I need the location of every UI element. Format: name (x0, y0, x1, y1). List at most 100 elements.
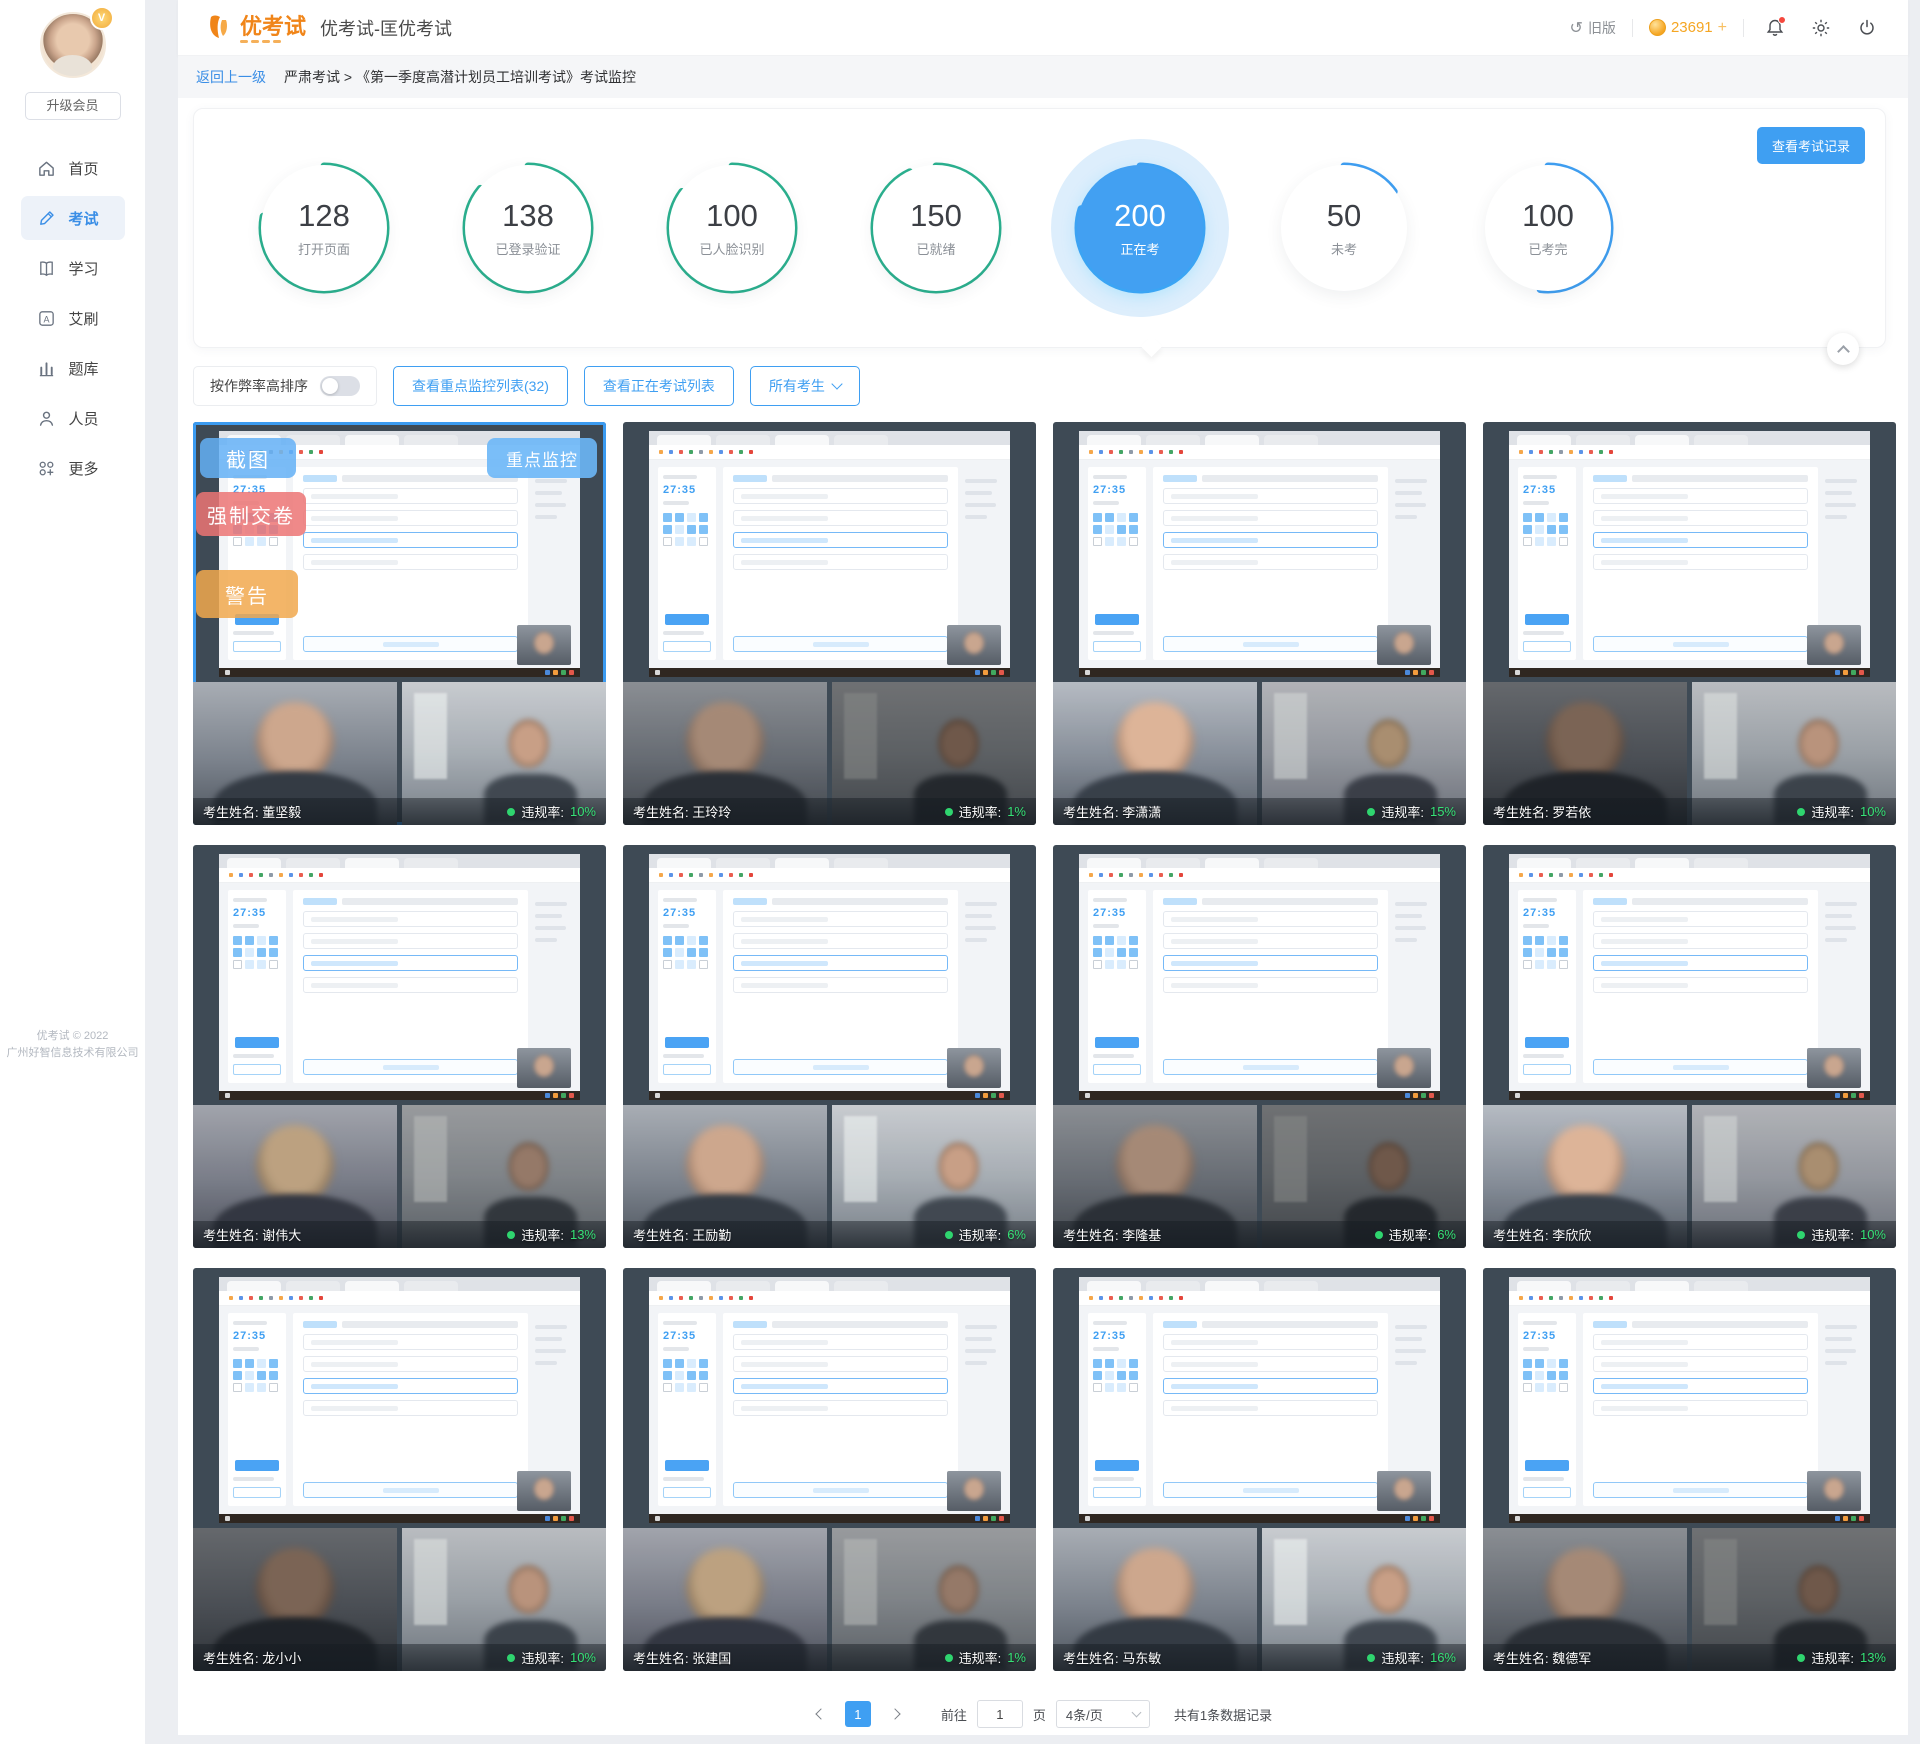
undo-icon: ↺ (1569, 19, 1583, 37)
sidebar-item-study[interactable]: 学习 (21, 246, 125, 290)
points-balance[interactable]: 23691 + (1648, 19, 1727, 37)
upgrade-member-button[interactable]: 升级会员 (24, 92, 121, 120)
status-circle-value: 100 (1522, 198, 1574, 233)
screenshot-button[interactable]: 截图 (200, 438, 296, 478)
total-records-label: 共有1条数据记录 (1173, 1707, 1273, 1723)
candidate-card-李潇潇[interactable]: 27:35 考生姓名: 李潇潇 违规率: 15% (1053, 422, 1466, 825)
sidebar-item-people[interactable]: 人员 (21, 396, 125, 440)
logo-text: 优考试 (240, 13, 307, 39)
violation-rate: 违规率: 13% (507, 1225, 596, 1244)
candidate-card-魏德军[interactable]: 27:35 考生姓名: 魏德军 违规率: 13% (1483, 1268, 1896, 1671)
candidate-info-bar: 考生姓名: 马东敏 违规率: 16% (1053, 1644, 1466, 1671)
chevron-down-icon (831, 378, 843, 390)
page-input[interactable] (976, 1700, 1023, 1728)
logo-tagline (240, 39, 306, 43)
sidebar-item-question-bank[interactable]: 题库 (21, 346, 125, 390)
exam-timer: 27:35 (663, 484, 697, 496)
page-number-button[interactable]: 1 (844, 1701, 871, 1727)
webcam-thumbnail (517, 1471, 571, 1511)
key-monitor-list-button[interactable]: 查看重点监控列表(32) (393, 366, 568, 406)
candidate-card-谢伟大[interactable]: 27:35 考生姓名: 谢伟大 违规率: 13% (193, 845, 606, 1248)
status-circle-已就绪[interactable]: 150 已就绪 (834, 146, 1038, 310)
ongoing-exam-list-button[interactable]: 查看正在考试列表 (583, 366, 734, 406)
candidate-info-bar: 考生姓名: 李隆基 违规率: 6% (1053, 1221, 1466, 1248)
status-circle-label: 已考完 (1528, 242, 1568, 257)
candidate-card-李欣欣[interactable]: 27:35 考生姓名: 李欣欣 违规率: 10% (1483, 845, 1896, 1248)
add-points-icon[interactable]: + (1718, 19, 1727, 37)
candidate-card-马东敏[interactable]: 27:35 考生姓名: 马东敏 违规率: 16% (1053, 1268, 1466, 1671)
scroll-up-button[interactable] (1827, 333, 1859, 365)
sidebar-item-brush[interactable]: A 艾刷 (21, 296, 125, 340)
candidate-name: 考生姓名: 马东敏 (1063, 1651, 1162, 1666)
status-circle-已登录验证[interactable]: 138 已登录验证 (426, 146, 630, 310)
candidate-card-董坚毅[interactable]: 27:35 考生姓名: 董坚毅 违规率: 10% 截图 强制交卷 警告 重点监控 (193, 422, 606, 825)
violation-rate: 违规率: 6% (1374, 1225, 1456, 1244)
status-dot-icon (1374, 1230, 1383, 1239)
warning-button[interactable]: 警告 (196, 570, 298, 618)
candidate-info-bar: 考生姓名: 龙小小 违规率: 10% (193, 1644, 606, 1671)
candidate-info-bar: 考生姓名: 王玲玲 违规率: 1% (623, 798, 1036, 825)
webcam-thumbnail (517, 1048, 571, 1088)
coin-icon (1648, 19, 1666, 36)
brush-icon: A (37, 308, 57, 328)
sidebar-item-exam[interactable]: 考试 (20, 196, 125, 240)
status-circle-value: 200 (1114, 198, 1166, 233)
question-bank-icon (37, 358, 57, 378)
status-circle-打开页面[interactable]: 128 打开页面 (222, 146, 426, 310)
sort-toggle[interactable] (320, 376, 360, 396)
more-icon (37, 458, 57, 478)
candidate-name: 考生姓名: 王玲玲 (633, 805, 732, 820)
app-logo: 优考试 (204, 13, 306, 43)
violation-rate: 违规率: 1% (944, 1648, 1026, 1667)
candidate-card-张建国[interactable]: 27:35 考生姓名: 张建国 违规率: 1% (623, 1268, 1036, 1671)
status-circle-正在考[interactable]: 200 正在考 (1038, 139, 1242, 317)
goto-label: 前往 (940, 1707, 967, 1723)
filter-toolbar: 按作弊率高排序 查看重点监控列表(32) 查看正在考试列表 所有考生 (193, 366, 1886, 406)
candidate-card-李隆基[interactable]: 27:35 考生姓名: 李隆基 违规率: 6% (1053, 845, 1466, 1248)
violation-rate: 违规率: 10% (1797, 1225, 1886, 1244)
sidebar-item-more[interactable]: 更多 (21, 446, 125, 490)
settings-gear-icon[interactable] (1806, 13, 1836, 43)
back-link[interactable]: 返回上一级 (196, 67, 266, 87)
old-version-link[interactable]: ↺ 旧版 (1570, 18, 1616, 38)
status-dot-icon (507, 1653, 516, 1662)
next-page-button[interactable] (881, 1700, 909, 1728)
screen-capture: 27:35 (1079, 431, 1440, 677)
sidebar-item-home[interactable]: 首页 (21, 146, 125, 190)
candidate-card-龙小小[interactable]: 27:35 考生姓名: 龙小小 违规率: 10% (193, 1268, 606, 1671)
sidebar-menu: 首页考试学习 A 艾刷题库人员更多 (0, 146, 145, 490)
status-circle-已人脸识别[interactable]: 100 已人脸识别 (630, 146, 834, 310)
webcam-thumbnail (1377, 1048, 1431, 1088)
notifications-bell-icon[interactable] (1760, 13, 1790, 43)
screen-capture: 27:35 (649, 431, 1010, 677)
candidate-name: 考生姓名: 董坚毅 (203, 805, 302, 820)
page-unit-label: 页 (1032, 1707, 1046, 1723)
page-size-select[interactable]: 4条/页 (1055, 1700, 1150, 1728)
user-avatar[interactable]: V (39, 6, 114, 78)
candidate-info-bar: 考生姓名: 李欣欣 违规率: 10% (1483, 1221, 1896, 1248)
prev-page-button[interactable] (807, 1700, 835, 1728)
candidate-card-罗若依[interactable]: 27:35 考生姓名: 罗若依 违规率: 10% (1483, 422, 1896, 825)
sort-label: 按作弊率高排序 (210, 378, 308, 394)
webcam-thumbnail (1377, 1471, 1431, 1511)
footer-company: 广州好智信息技术有限公司 (6, 1047, 139, 1059)
breadcrumb: 返回上一级 严肃考试 > 《第一季度高潜计划员工培训考试》考试监控 (178, 56, 1908, 98)
status-circle-已考完[interactable]: 100 已考完 (1446, 146, 1650, 310)
sidebar-footer: 优考试 © 2022 广州好智信息技术有限公司 (0, 1028, 145, 1062)
screen-capture: 27:35 (219, 1277, 580, 1523)
screen-capture: 27:35 (1079, 1277, 1440, 1523)
sidebar-item-label: 题库 (68, 360, 99, 378)
force-submit-button[interactable]: 强制交卷 (196, 492, 306, 536)
candidate-card-王励勤[interactable]: 27:35 考生姓名: 王励勤 违规率: 6% (623, 845, 1036, 1248)
screen-capture: 27:35 (1509, 1277, 1870, 1523)
candidate-info-bar: 考生姓名: 李潇潇 违规率: 15% (1053, 798, 1466, 825)
key-monitor-button[interactable]: 重点监控 (487, 438, 597, 478)
status-circle-未考[interactable]: 50 未考 (1242, 146, 1446, 310)
candidate-name: 考生姓名: 李欣欣 (1493, 1228, 1592, 1243)
candidate-filter-dropdown[interactable]: 所有考生 (749, 366, 860, 406)
candidate-name: 考生姓名: 龙小小 (203, 1651, 302, 1666)
exam-timer: 27:35 (1093, 484, 1127, 496)
candidate-card-王玲玲[interactable]: 27:35 考生姓名: 王玲玲 违规率: 1% (623, 422, 1036, 825)
view-exam-records-button[interactable]: 查看考试记录 (1756, 127, 1865, 164)
logout-power-icon[interactable] (1852, 13, 1882, 43)
